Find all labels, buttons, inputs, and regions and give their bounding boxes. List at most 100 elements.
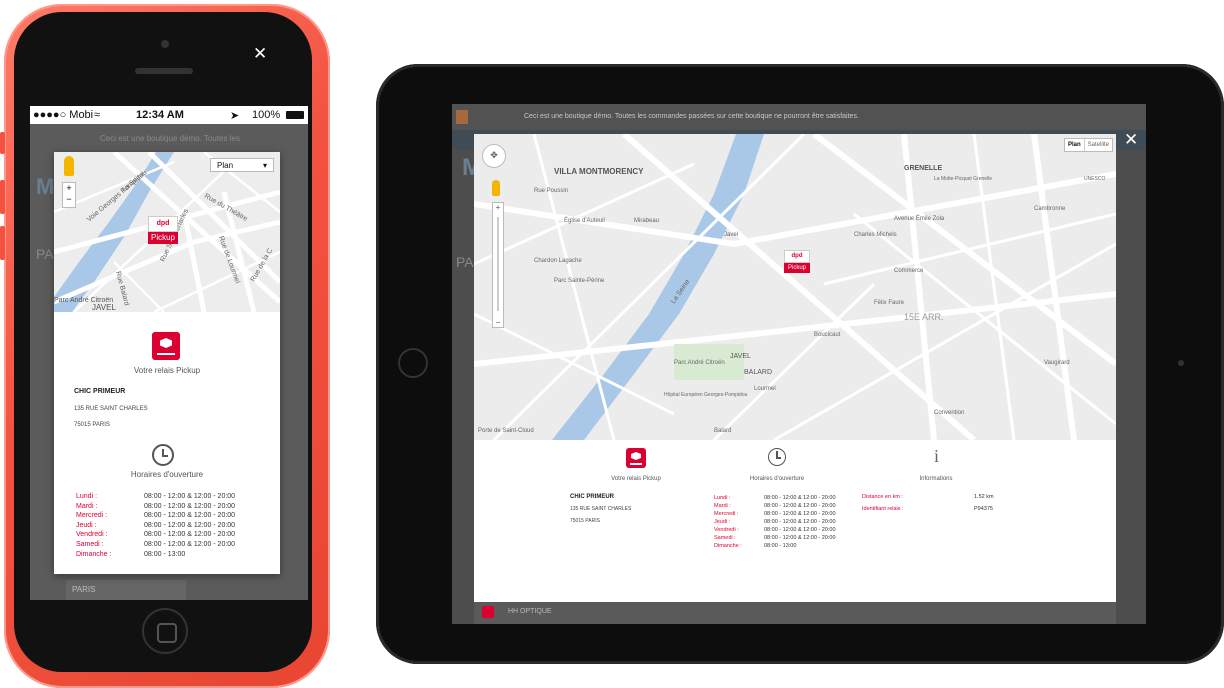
map-label-balard-station: Balard [714, 428, 731, 434]
hours-title: Horaires d'ouverture [749, 476, 805, 482]
relay-title: Votre relais Pickup [611, 476, 661, 482]
map-label-villa-montmorency: VILLA MONTMORENCY [554, 167, 644, 176]
map-label-vaugirard: Vaugirard [1044, 360, 1070, 366]
dpd-pin-logo: dpd [148, 216, 178, 232]
relay-map[interactable]: La Seine Voie Georges Pompidou Rue du Th… [54, 152, 280, 312]
ipad-home-button[interactable] [398, 348, 428, 378]
day-hours: 08:00 - 13:00 [764, 543, 797, 549]
day-label: Vendredi : [76, 531, 108, 539]
clock: 12:34 AM [136, 109, 184, 121]
hours-row: Mercredi : 08:00 - 12:00 & 12:00 - 20:00 [76, 511, 276, 521]
distance-value: 1.52 km [974, 494, 994, 500]
close-icon[interactable]: ✕ [1124, 130, 1138, 150]
ipad-camera [1178, 360, 1184, 366]
map-label-chardon-lagache: Chardon Lagache [534, 258, 582, 264]
demo-notice-text: Ceci est une boutique démo. Toutes les c… [524, 113, 859, 120]
map-label-javel-station: Javel [724, 232, 738, 238]
zoom-out-button[interactable]: − [63, 194, 75, 205]
day-hours: 08:00 - 12:00 & 12:00 - 20:00 [764, 527, 836, 533]
map-label-javel: JAVEL [92, 303, 116, 312]
hours-row: Mardi : 08:00 - 12:00 & 12:00 - 20:00 [714, 502, 864, 510]
day-label: Mercredi : [714, 511, 739, 517]
map-label-eglise-auteuil: Église d'Auteuil [564, 217, 605, 224]
map-label-citroen: Parc André Citroën [54, 297, 113, 304]
day-label: Dimanche : [714, 543, 742, 549]
map-streets: VILLA MONTMORENCY Rue Poussin Église d'A… [474, 134, 1116, 440]
zoom-slider[interactable]: + − [492, 202, 504, 328]
volume-down-button [0, 226, 5, 260]
day-label: Jeudi : [714, 519, 731, 525]
relay-map-pin[interactable]: dpd Pickup [784, 250, 810, 274]
map-label-javel: JAVEL [730, 353, 751, 360]
shop-name: CHIC PRIMEUR [570, 494, 615, 500]
hours-row: Jeudi : 08:00 - 12:00 & 12:00 - 20:00 [714, 518, 864, 526]
day-label: Lundi : [714, 495, 731, 501]
day-hours: 08:00 - 12:00 & 12:00 - 20:00 [144, 540, 236, 548]
day-label: Jeudi : [76, 521, 97, 529]
volume-up-button [0, 180, 5, 214]
distance-label: Distance en km : [862, 494, 903, 500]
shop-name: CHIC PRIMEUR [74, 388, 126, 395]
map-label-commerce: Commerce [894, 268, 924, 274]
map-label-boucicaut: Boucicaut [814, 332, 841, 338]
clock-icon [768, 448, 786, 466]
zoom-in-button[interactable]: + [493, 203, 503, 212]
map-label-emile-zola: Avenue Émile Zola [894, 215, 945, 222]
day-hours: 08:00 - 12:00 & 12:00 - 20:00 [144, 493, 236, 500]
map-label-parc-citroen: Parc André Citroën [674, 360, 725, 366]
pickup-pin-label: Pickup [148, 232, 178, 244]
day-label: Dimanche : [76, 550, 112, 558]
close-icon[interactable]: ✕ [253, 44, 267, 64]
list-item-name: HH OPTIQUE [508, 608, 552, 615]
relay-modal: VILLA MONTMORENCY Rue Poussin Église d'A… [474, 134, 1116, 602]
map-label-mirabeau: Mirabeau [634, 218, 659, 224]
map-label-felix-faure: Félix Faure [874, 300, 905, 306]
map-label-parc-sainte-perine: Parc Sainte-Périne [554, 278, 605, 284]
informations-title: Informations [919, 476, 953, 482]
day-hours: 08:00 - 12:00 & 12:00 - 20:00 [144, 502, 236, 510]
pickup-pin-label: Pickup [784, 263, 810, 273]
hours-row: Vendredi : 08:00 - 12:00 & 12:00 - 20:00 [76, 530, 276, 540]
zoom-in-button[interactable]: + [63, 183, 75, 194]
pan-control-icon[interactable]: ✥ [482, 144, 506, 168]
map-type-select[interactable]: Plan ▾ [210, 158, 274, 172]
day-hours: 08:00 - 12:00 & 12:00 - 20:00 [144, 512, 236, 520]
day-hours: 08:00 - 12:00 & 12:00 - 20:00 [764, 519, 836, 525]
day-hours: 08:00 - 12:00 & 12:00 - 20:00 [764, 511, 836, 517]
relay-map-pin[interactable]: dpd Pickup [148, 216, 178, 244]
map-type-plan[interactable]: Plan [1065, 139, 1084, 151]
status-bar: ●●●●○ Mobi ≈ 12:34 AM ➤ 100% [30, 106, 308, 124]
shop-address-city: 75015 PARIS [570, 518, 600, 524]
shop-address-street: 135 RUE SAINT CHARLES [74, 406, 148, 412]
opening-hours-list: Lundi : 08:00 - 12:00 & 12:00 - 20:00 Mar… [714, 494, 864, 550]
map-label-porte-st-cloud: Porte de Saint-Cloud [478, 428, 534, 434]
hours-title: Horaires d'ouverture [130, 470, 204, 479]
relay-map[interactable]: VILLA MONTMORENCY Rue Poussin Église d'A… [474, 134, 1116, 440]
site-logo: M [36, 174, 55, 199]
map-type-toggle: Plan Satellite [1064, 138, 1114, 152]
relay-modal: La Seine Voie Georges Pompidou Rue du Th… [54, 152, 280, 574]
street-view-pegman-icon[interactable] [492, 180, 500, 196]
day-label: Samedi : [714, 535, 736, 541]
hours-row: Samedi : 08:00 - 12:00 & 12:00 - 20:00 [714, 534, 864, 542]
background-list-row: HH OPTIQUE [474, 602, 1116, 624]
shop-address-city: 75015 PARIS [74, 422, 110, 428]
carrier-label: ●●●●○ Mobi [33, 109, 94, 121]
relay-title: Votre relais Pickup [133, 366, 201, 375]
street-view-pegman-icon[interactable] [64, 156, 74, 176]
day-hours: 08:00 - 12:00 & 12:00 - 20:00 [764, 495, 836, 501]
location-icon: ➤ [230, 110, 240, 122]
hours-row: Vendredi : 08:00 - 12:00 & 12:00 - 20:00 [714, 526, 864, 534]
demo-notice-bar: Ceci est une boutique démo. Toutes les c… [452, 104, 1146, 130]
zoom-out-button[interactable]: − [493, 318, 503, 327]
map-type-satellite[interactable]: Satellite [1083, 139, 1112, 151]
opening-hours-list: Lundi : 08:00 - 12:00 & 12:00 - 20:00 Mar… [76, 492, 276, 559]
store-logo-icon [456, 110, 468, 124]
hours-row: Lundi : 08:00 - 12:00 & 12:00 - 20:00 [714, 494, 864, 502]
zoom-control: + − [62, 182, 76, 208]
battery-label: 100% [252, 109, 281, 121]
map-label-grenelle: GRENELLE [904, 165, 942, 172]
hours-row: Mardi : 08:00 - 12:00 & 12:00 - 20:00 [76, 502, 276, 512]
day-hours: 08:00 - 12:00 & 12:00 - 20:00 [144, 531, 236, 539]
home-button[interactable] [142, 608, 188, 654]
